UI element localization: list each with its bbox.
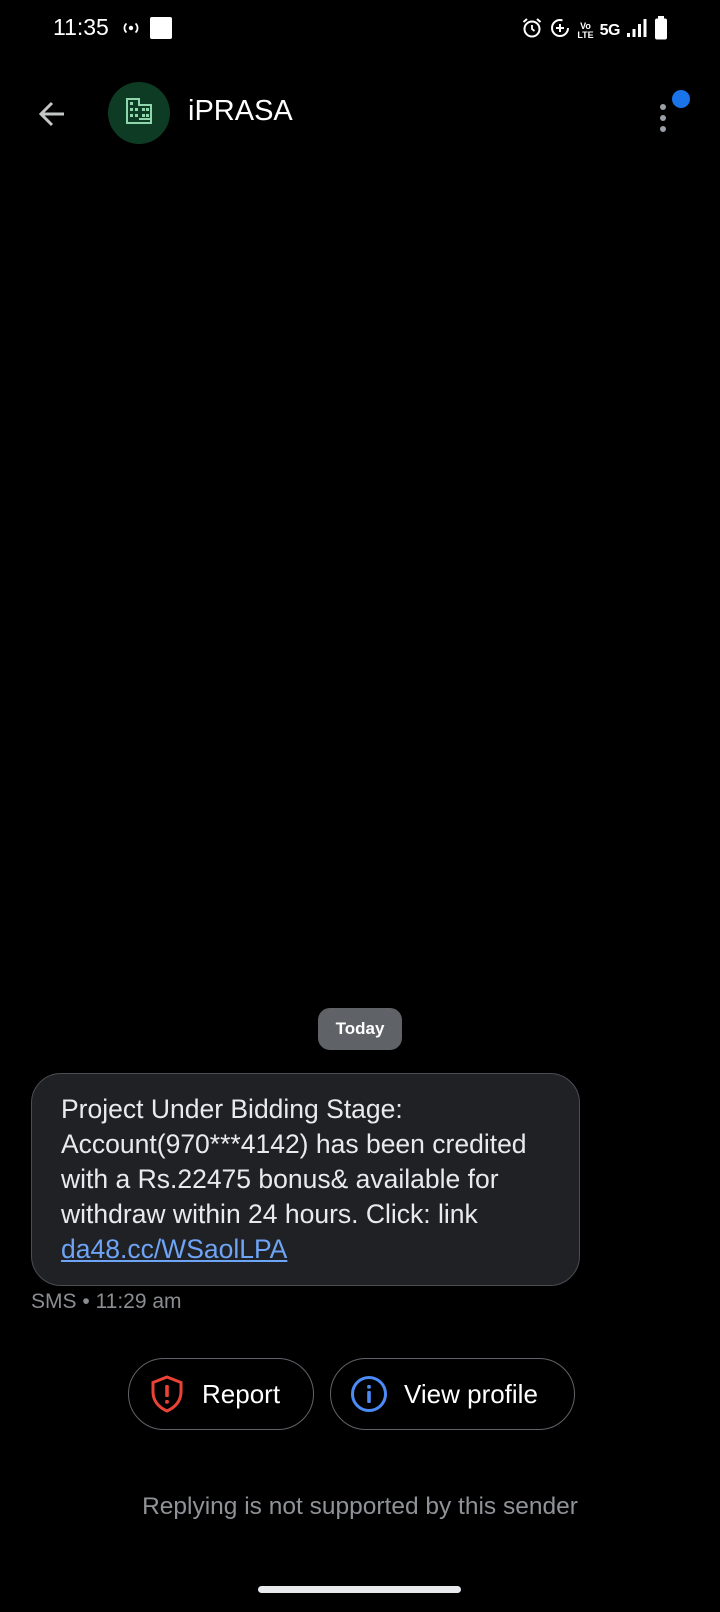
view-profile-label: View profile [404,1378,538,1409]
contact-name[interactable]: iPRASA [188,95,293,128]
date-chip: Today [318,1008,402,1050]
report-label: Report [202,1378,281,1409]
notification-dot [672,90,690,108]
message-link[interactable]: da48.cc/WSaolLPA [61,1234,287,1264]
shield-alert-icon [147,1374,187,1414]
arrow-back-icon [36,98,68,135]
hotspot-icon [121,20,141,41]
business-icon [125,97,153,129]
more-vert-icon [660,104,666,132]
volte-icon: Vo LTE [577,20,594,40]
message-text: Project Under Bidding Stage: Account(970… [61,1094,527,1229]
battery-icon [654,16,668,45]
status-time: 11:35 [53,14,109,40]
avatar[interactable] [108,82,170,144]
media-icon [149,16,173,45]
network-type: 5G [599,21,621,39]
data-saver-icon [549,17,571,44]
app-bar: iPRASA [0,78,720,150]
view-profile-button[interactable]: View profile [330,1358,575,1430]
status-bar: 11:35 Vo LTE 5G [0,0,720,60]
message-bubble[interactable]: Project Under Bidding Stage: Account(970… [31,1073,580,1286]
home-indicator[interactable] [258,1586,461,1593]
message-meta: SMS • 11:29 am [31,1290,182,1313]
reply-not-supported-note: Replying is not supported by this sender [142,1493,578,1520]
alarm-icon [521,17,543,44]
more-options-button[interactable] [658,88,694,142]
report-button[interactable]: Report [128,1358,314,1430]
signal-icon [626,18,648,43]
info-icon [349,1374,389,1414]
back-button[interactable] [30,94,74,138]
